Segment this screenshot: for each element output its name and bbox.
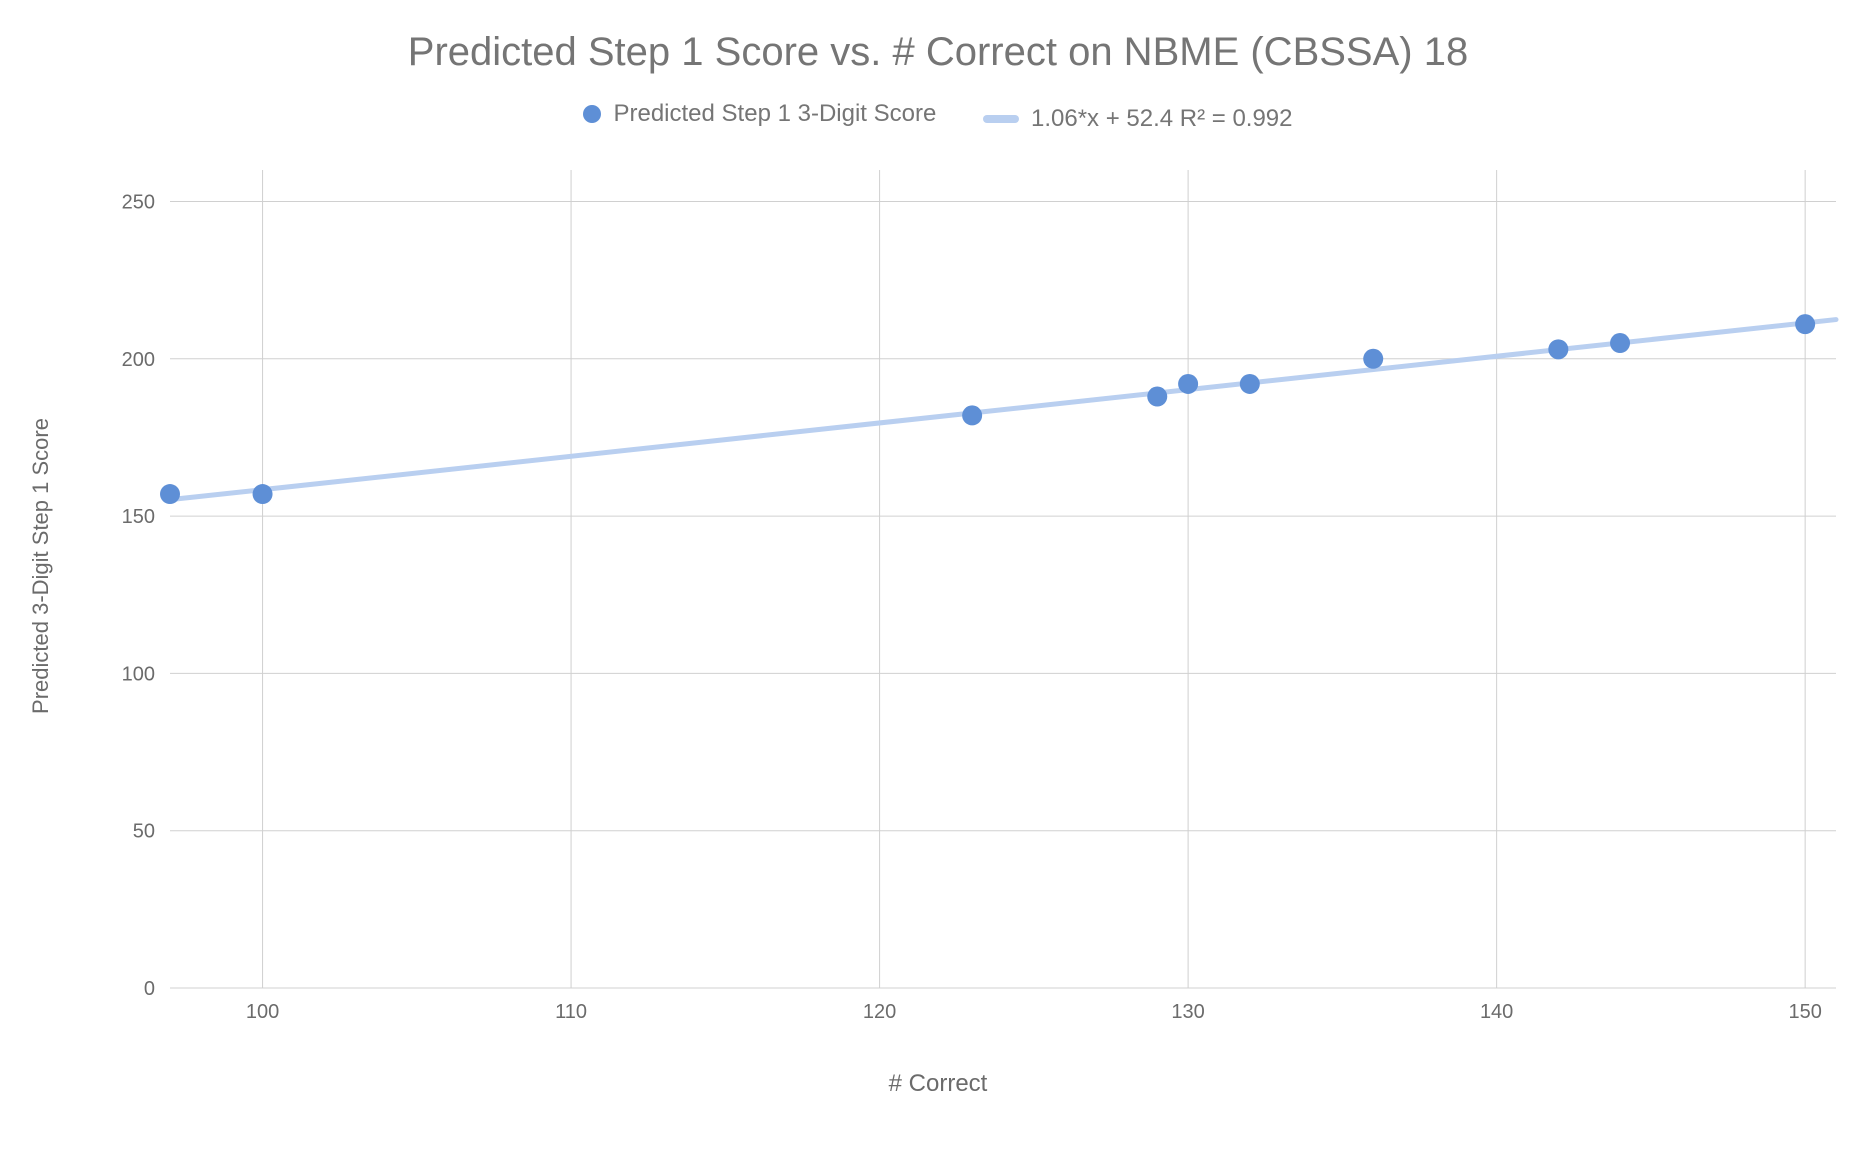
y-tick: 50: [133, 821, 155, 843]
plot-area: 100110120130140150050100150200250: [170, 170, 1836, 988]
data-point: [1795, 314, 1815, 334]
gridlines: [170, 170, 1836, 988]
trendline: [170, 320, 1836, 500]
x-tick: 150: [1788, 1001, 1821, 1023]
svg-text:130: 130: [1171, 1001, 1204, 1023]
y-tick: 200: [122, 349, 155, 371]
svg-text:100: 100: [122, 663, 155, 685]
legend-item-trendline: 1.06*x + 52.4 R² = 0.992: [983, 105, 1293, 133]
data-point: [962, 405, 982, 425]
svg-text:110: 110: [555, 1001, 587, 1023]
x-axis-title: # Correct: [0, 1070, 1876, 1098]
data-point: [1363, 349, 1383, 369]
x-tick: 110: [555, 1001, 587, 1023]
data-point: [1147, 387, 1167, 407]
svg-text:120: 120: [863, 1001, 896, 1023]
y-tick: 100: [122, 663, 155, 685]
chart-title: Predicted Step 1 Score vs. # Correct on …: [0, 30, 1876, 75]
svg-text:150: 150: [122, 506, 155, 528]
y-tick: 150: [122, 506, 155, 528]
x-tick: 100: [246, 1001, 279, 1023]
chart-container: Predicted Step 1 Score vs. # Correct on …: [0, 0, 1876, 1158]
data-point: [1610, 333, 1630, 353]
data-point: [160, 484, 180, 504]
data-point: [1240, 374, 1260, 394]
y-axis-title: Predicted 3-Digit Step 1 Score: [28, 270, 54, 566]
svg-text:0: 0: [144, 978, 155, 1000]
svg-text:250: 250: [122, 191, 155, 213]
x-axis: 100 110 120 130 140 150: [246, 1001, 1822, 1023]
svg-text:150: 150: [1788, 1001, 1821, 1023]
x-tick: 120: [863, 1001, 896, 1023]
svg-text:50: 50: [133, 821, 155, 843]
legend-series-label: Predicted Step 1 3-Digit Score: [613, 100, 936, 128]
x-tick: 140: [1480, 1001, 1513, 1023]
legend-dot-icon: [583, 105, 601, 123]
legend-item-series: Predicted Step 1 3-Digit Score: [583, 100, 936, 128]
svg-text:200: 200: [122, 349, 155, 371]
y-tick: 0: [144, 978, 155, 1000]
data-point: [1548, 339, 1568, 359]
y-tick: 250: [122, 191, 155, 213]
chart-legend: Predicted Step 1 3-Digit Score 1.06*x + …: [0, 100, 1876, 133]
plot-svg: 100110120130140150050100150200250: [170, 170, 1836, 988]
legend-trendline-label: 1.06*x + 52.4 R² = 0.992: [1031, 105, 1293, 133]
legend-line-icon: [983, 115, 1019, 123]
svg-text:100: 100: [246, 1001, 279, 1023]
data-point: [253, 484, 273, 504]
svg-text:140: 140: [1480, 1001, 1513, 1023]
y-axis: 0 50 100 150 200 250: [122, 191, 155, 1000]
data-point: [1178, 374, 1198, 394]
x-tick: 130: [1171, 1001, 1204, 1023]
